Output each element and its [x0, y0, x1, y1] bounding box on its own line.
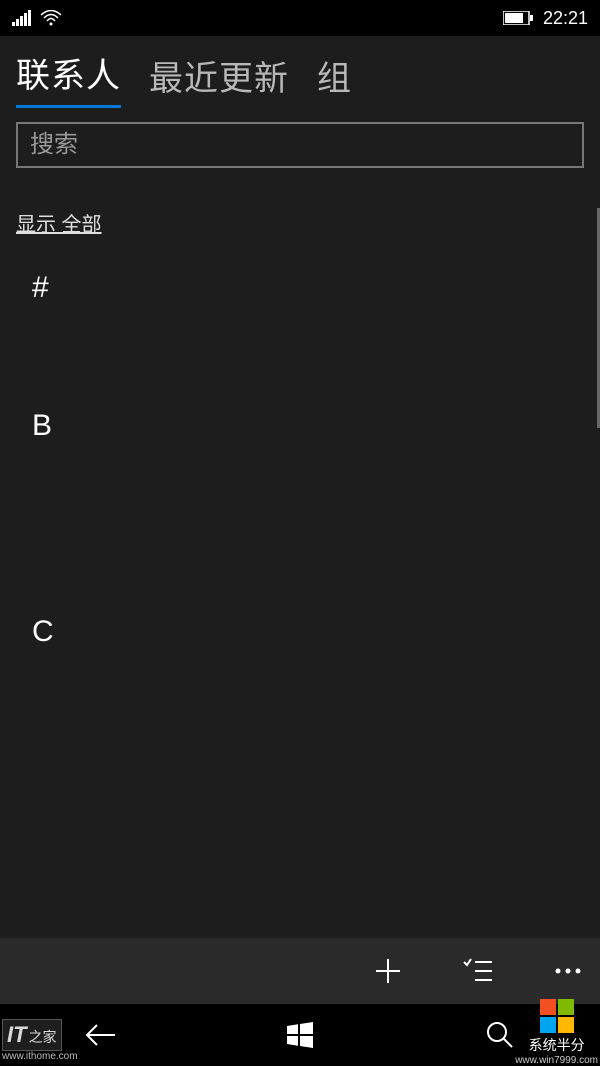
section-header[interactable]: C [16, 591, 584, 661]
battery-icon [503, 11, 533, 25]
signal-icon [12, 10, 32, 26]
tab-recent[interactable]: 最近更新 [149, 51, 289, 108]
status-time: 22:21 [543, 8, 588, 29]
search-container [0, 108, 600, 182]
filter-link[interactable]: 显示 全部 [16, 214, 102, 236]
plus-icon [373, 956, 403, 986]
watermark-url-right: www.win7999.com [515, 1055, 598, 1066]
more-button[interactable] [544, 947, 592, 995]
status-bar: 22:21 [0, 0, 600, 36]
watermark-text: 系统半分 [515, 1035, 598, 1055]
nav-bar [0, 1004, 600, 1066]
status-left [12, 10, 62, 26]
command-bar [0, 938, 600, 1004]
tab-groups[interactable]: 组 [317, 51, 352, 108]
list-item [16, 455, 584, 523]
filter-button[interactable] [454, 947, 502, 995]
watermark-left: IT 之家 www.ithome.com [2, 1019, 78, 1062]
list-item [16, 523, 584, 591]
checklist-icon [463, 958, 493, 984]
back-arrow-icon [83, 1023, 117, 1047]
section-header[interactable]: # [16, 247, 584, 317]
search-icon [486, 1021, 514, 1049]
watermark-right: 系统半分 www.win7999.com [515, 999, 598, 1066]
microsoft-logo-icon [540, 999, 574, 1033]
filter-container: 显示 全部 [0, 182, 600, 247]
watermark-brand: IT [7, 1022, 27, 1048]
watermark-url: www.ithome.com [2, 1051, 78, 1062]
windows-icon [287, 1022, 313, 1048]
wifi-icon [40, 10, 62, 26]
status-right: 22:21 [503, 8, 588, 29]
home-button[interactable] [250, 1010, 350, 1060]
tab-contacts[interactable]: 联系人 [16, 48, 121, 108]
contact-list[interactable]: # B C [0, 247, 600, 661]
search-input[interactable] [16, 122, 584, 168]
tabs: 联系人 最近更新 组 [0, 36, 600, 108]
add-button[interactable] [364, 947, 412, 995]
list-item [16, 317, 584, 385]
watermark-brand-suffix: 之家 [29, 1027, 57, 1047]
section-header[interactable]: B [16, 385, 584, 455]
ellipsis-icon [554, 967, 582, 975]
app-content: 联系人 最近更新 组 显示 全部 # B C [0, 36, 600, 938]
